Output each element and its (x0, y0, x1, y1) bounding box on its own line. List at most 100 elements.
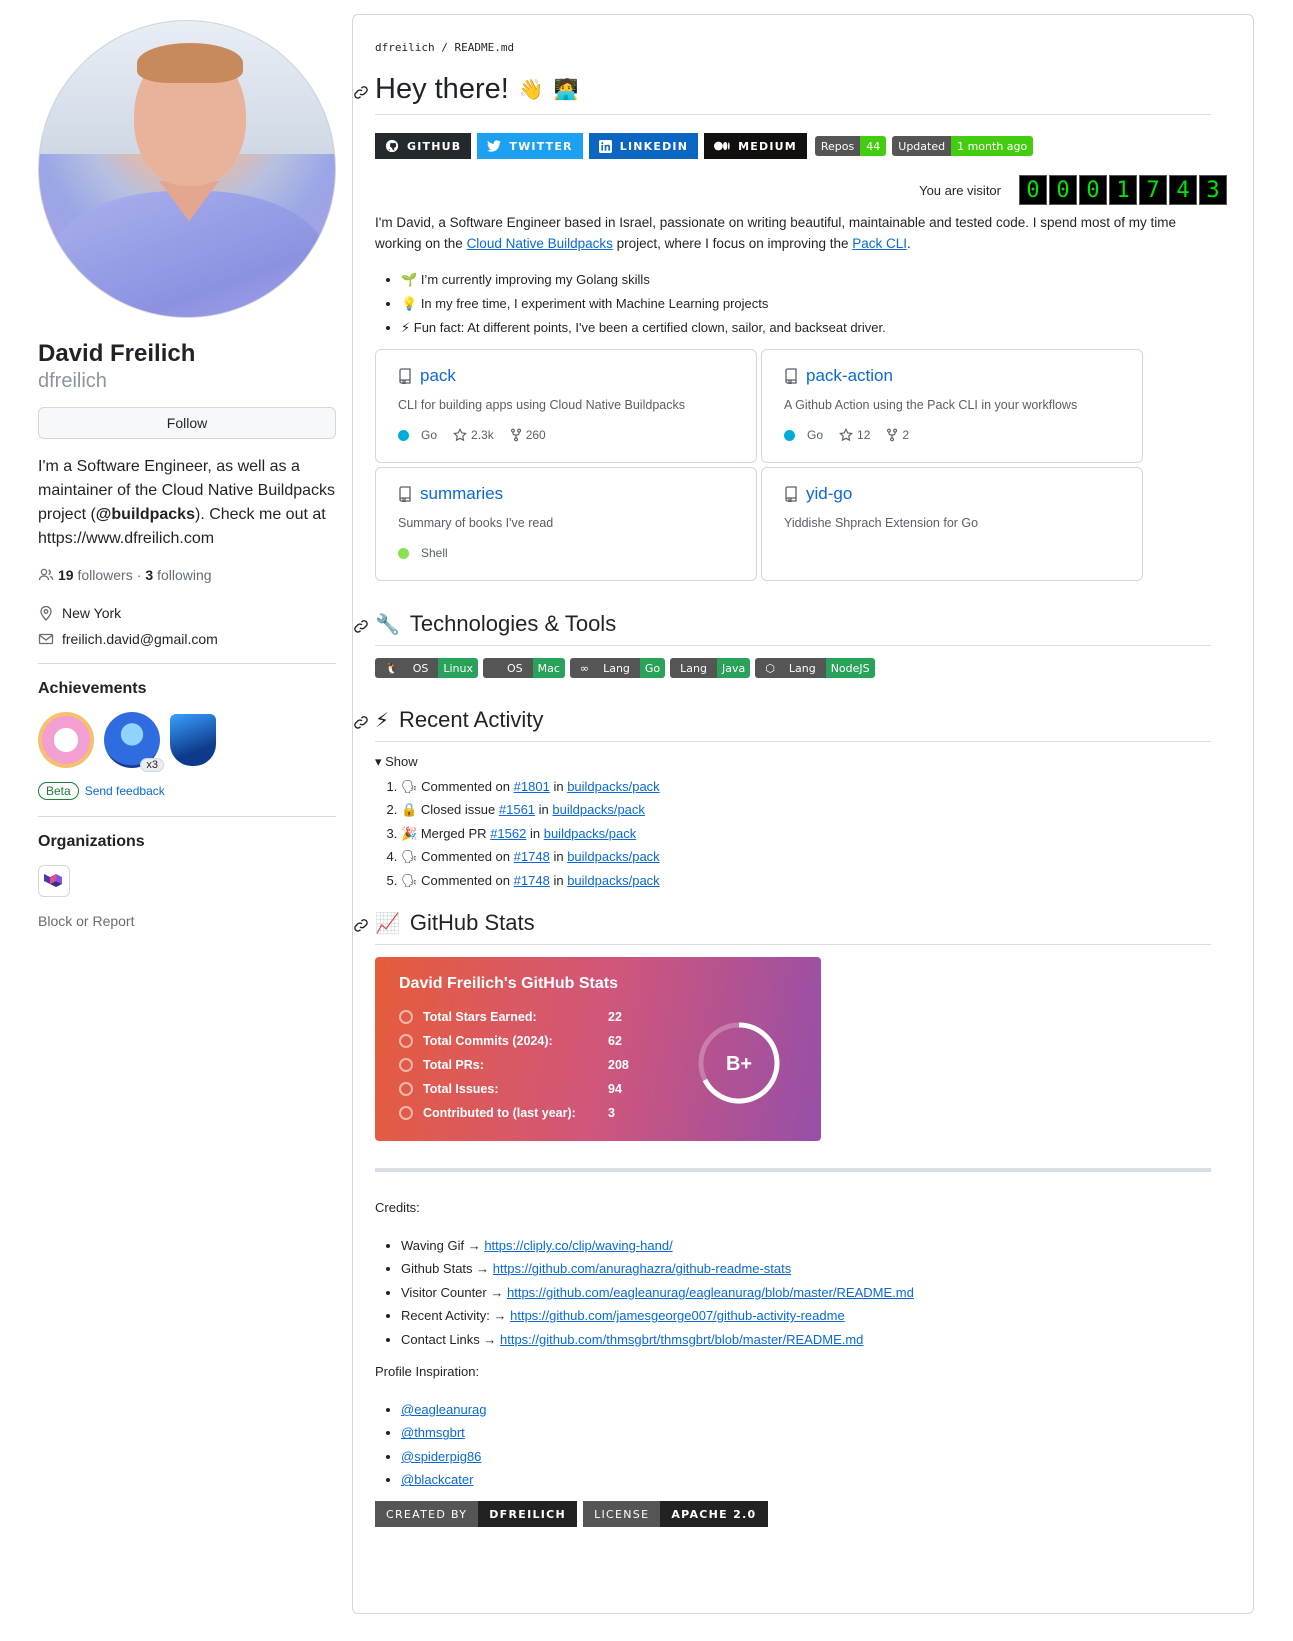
social-badges: GITHUB TWITTER LINKEDIN MEDIUM Repos 44 U… (375, 133, 1211, 159)
fork-icon (510, 428, 521, 442)
forks-link[interactable]: 260 (510, 428, 546, 442)
list-item: Waving Gif → https://cliply.co/clip/wavi… (401, 1234, 1211, 1257)
issue-link[interactable]: #1748 (514, 873, 550, 888)
tech-badge[interactable]: 🐧 OS Linux (375, 658, 478, 678)
pack-cli-link[interactable]: Pack CLI (852, 236, 907, 251)
issue-link[interactable]: #1748 (514, 849, 550, 864)
repo-link[interactable]: buildpacks/pack (567, 849, 660, 864)
followers-link[interactable]: 19 followers (58, 567, 133, 583)
medium-badge[interactable]: MEDIUM (704, 133, 807, 159)
medium-icon (714, 141, 730, 151)
issue-link[interactable]: #1801 (514, 779, 550, 794)
grade-ring: B+ (698, 1022, 780, 1104)
repo-name-link[interactable]: pack-action (806, 366, 893, 386)
tech-badge[interactable]: Lang Java (670, 658, 751, 678)
linux-icon: 🐧 (385, 661, 399, 675)
seedling-icon: 🌱 (401, 272, 418, 287)
link-anchor-icon[interactable] (353, 917, 369, 933)
user-link[interactable]: @blackcater (401, 1472, 473, 1487)
chart-increasing-icon: 📈 (375, 912, 400, 935)
technologist-icon: 🧑‍💻 (553, 79, 579, 101)
created-by-badge[interactable]: CREATED BY DFREILICH (375, 1501, 578, 1527)
achievements-list: x3 (38, 712, 336, 772)
pinned-repo-card[interactable]: pack-action A Github Action using the Pa… (761, 349, 1143, 463)
follow-stats: 19 followers · 3 following (38, 567, 336, 583)
list-item: 🗣 Commented on #1748 in buildpacks/pack (401, 845, 1211, 868)
yolo-achievement-icon[interactable] (38, 712, 94, 768)
credits-list: Waving Gif → https://cliply.co/clip/wavi… (375, 1234, 1211, 1351)
arctic-code-vault-achievement-icon[interactable] (170, 714, 216, 766)
pull-request-icon (399, 1058, 413, 1072)
repos-shield[interactable]: Repos 44 (814, 136, 887, 156)
github-badge[interactable]: GITHUB (375, 133, 472, 159)
pinned-repo-card[interactable]: summaries Summary of books I've read She… (375, 467, 757, 581)
list-item: @thmsgbrt (401, 1421, 1211, 1444)
github-stats-card[interactable]: David Freilich's GitHub Stats Total Star… (375, 957, 821, 1141)
repo-description: Yiddishe Shprach Extension for Go (784, 516, 979, 530)
list-item: @spiderpig86 (401, 1445, 1211, 1468)
repo-link[interactable]: buildpacks/pack (567, 779, 660, 794)
linkedin-badge[interactable]: LINKEDIN (588, 133, 699, 159)
updated-shield[interactable]: Updated 1 month ago (892, 136, 1034, 156)
profile-bio: I'm a Software Engineer, as well as a ma… (38, 458, 336, 547)
email-link[interactable]: freilich.david@gmail.com (62, 631, 218, 647)
link-anchor-icon[interactable] (353, 84, 369, 100)
cnb-link[interactable]: Cloud Native Buildpacks (467, 236, 613, 251)
buildpacks-org-icon[interactable] (38, 865, 70, 897)
block-report-link[interactable]: Block or Report (38, 913, 336, 929)
user-link[interactable]: @thmsgbrt (401, 1425, 465, 1440)
pinned-repos: pack CLI for building apps using Cloud N… (375, 349, 1211, 581)
list-item: 🗣 Commented on #1748 in buildpacks/pack (401, 869, 1211, 892)
repo-name-link[interactable]: yid-go (806, 484, 852, 504)
issue-link[interactable]: #1561 (499, 802, 535, 817)
repo-name-link[interactable]: summaries (420, 484, 503, 504)
link-anchor-icon[interactable] (353, 618, 369, 634)
issue-link[interactable]: #1562 (490, 826, 526, 841)
bio-org-mention[interactable]: @buildpacks (96, 506, 195, 523)
activity-toggle[interactable]: ▾ Show (375, 754, 1211, 770)
activity-list: 🗣 Commented on #1801 in buildpacks/pack … (375, 775, 1211, 892)
license-badge[interactable]: LICENSE APACHE 2.0 (583, 1501, 768, 1527)
avatar[interactable] (38, 20, 336, 318)
forks-link[interactable]: 2 (886, 428, 909, 442)
credit-link[interactable]: https://cliply.co/clip/waving-hand/ (484, 1238, 672, 1253)
credit-link[interactable]: https://github.com/eagleanurag/eagleanur… (507, 1285, 914, 1300)
stars-link[interactable]: 12 (839, 428, 870, 442)
repo-link[interactable]: buildpacks/pack (552, 802, 645, 817)
activity-heading: ⚡ Recent Activity (354, 707, 1211, 742)
pull-shark-achievement-icon[interactable]: x3 (104, 712, 164, 772)
tech-badge[interactable]: OS Mac (482, 658, 565, 678)
tech-badge[interactable]: ⬡ Lang NodeJS (755, 658, 875, 678)
stats-card-title: David Freilich's GitHub Stats (399, 975, 618, 992)
pinned-repo-card[interactable]: yid-go Yiddishe Shprach Extension for Go (761, 467, 1143, 581)
list-item: Contact Links → https://github.com/thmsg… (401, 1328, 1211, 1351)
language-dot (398, 429, 409, 441)
pinned-repo-card[interactable]: pack CLI for building apps using Cloud N… (375, 349, 757, 463)
send-feedback-link[interactable]: Send feedback (85, 784, 165, 798)
linkedin-icon (598, 139, 612, 153)
repo-icon (785, 368, 797, 384)
location-text: New York (62, 605, 122, 621)
star-icon (453, 428, 467, 442)
link-anchor-icon[interactable] (353, 714, 369, 730)
stars-link[interactable]: 2.3k (453, 428, 494, 442)
user-link[interactable]: @eagleanurag (401, 1402, 486, 1417)
repo-link[interactable]: buildpacks/pack (544, 826, 637, 841)
twitter-badge[interactable]: TWITTER (477, 133, 583, 159)
repo-icon (399, 368, 411, 384)
repo-link[interactable]: buildpacks/pack (567, 873, 660, 888)
inspiration-label: Profile Inspiration: (375, 1364, 480, 1379)
credit-link[interactable]: https://github.com/anuraghazra/github-re… (493, 1261, 791, 1276)
tech-badge[interactable]: ∞ Lang Go (569, 658, 666, 678)
language-dot (784, 429, 795, 441)
credit-link[interactable]: https://github.com/thmsgbrt/thmsgbrt/blo… (500, 1332, 863, 1347)
follow-button[interactable]: Follow (38, 407, 336, 439)
user-link[interactable]: @spiderpig86 (401, 1449, 481, 1464)
list-item: Visitor Counter → https://github.com/eag… (401, 1281, 1211, 1304)
repo-name-link[interactable]: pack (420, 366, 456, 386)
organizations-heading: Organizations (38, 833, 145, 850)
lightning-icon: ⚡ (401, 320, 411, 335)
grade-text: B+ (726, 1053, 752, 1075)
following-link[interactable]: 3 following (145, 567, 211, 583)
credit-link[interactable]: https://github.com/jamesgeorge007/github… (510, 1308, 845, 1323)
